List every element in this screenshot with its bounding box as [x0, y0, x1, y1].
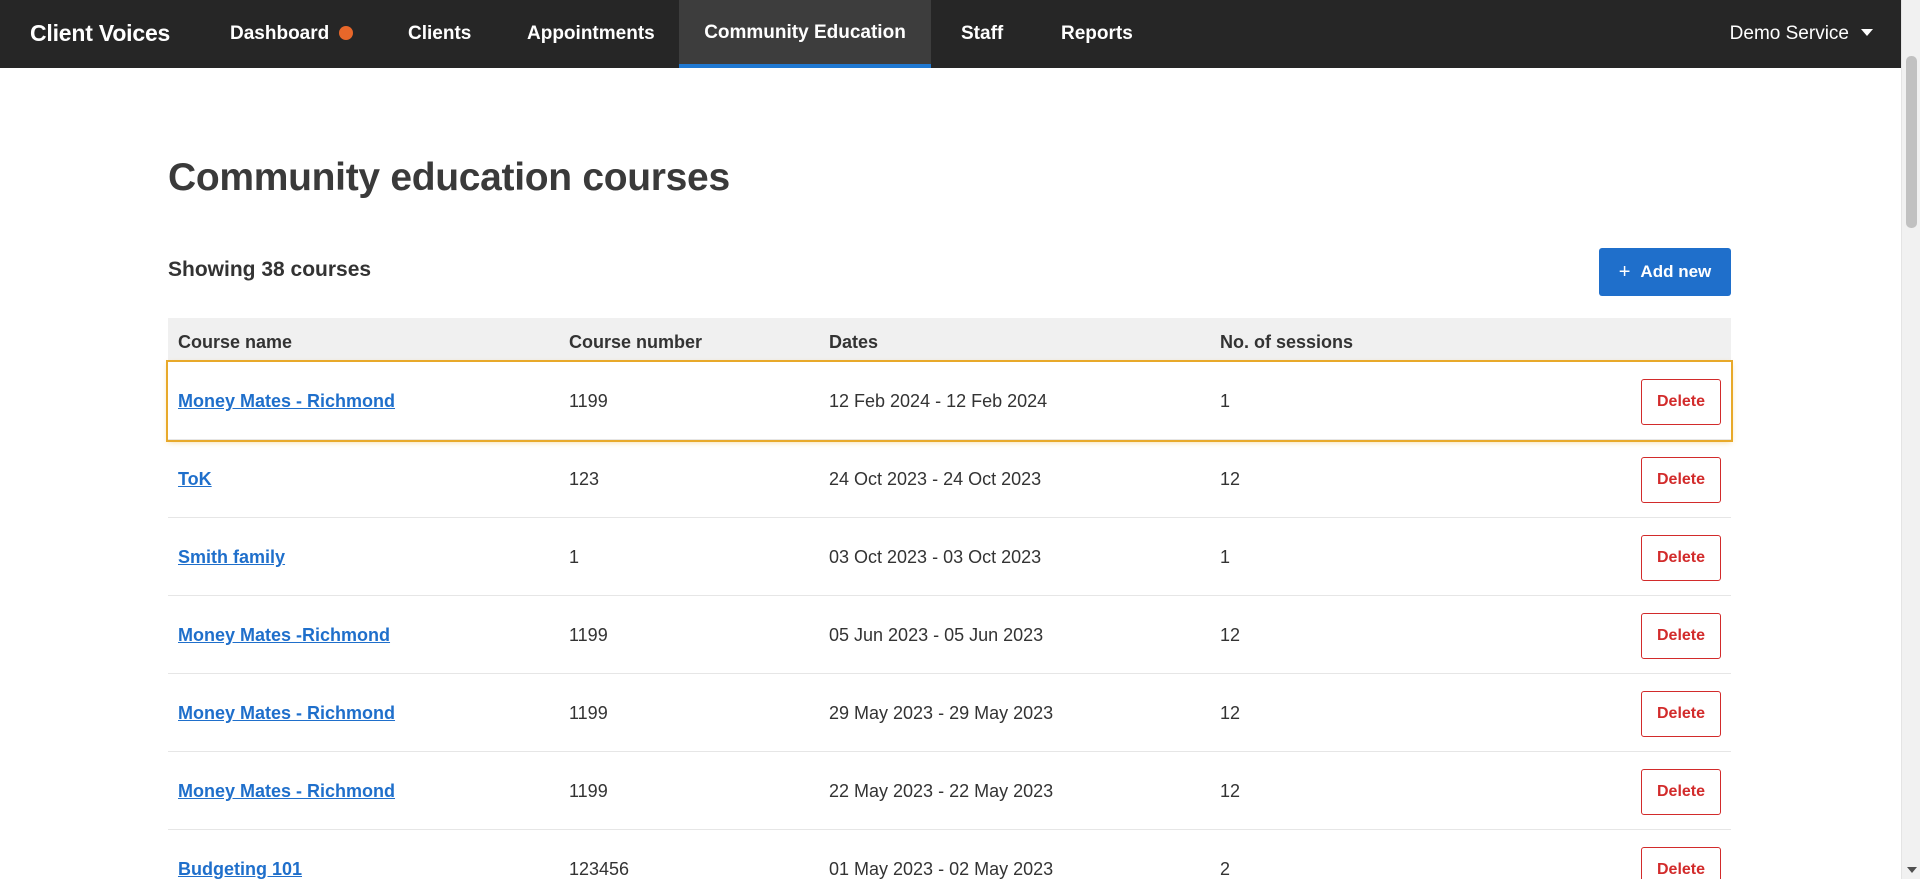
table-row: Smith family 1 03 Oct 2023 - 03 Oct 2023…	[168, 518, 1731, 596]
course-count: Showing 38 courses	[168, 258, 372, 281]
course-name-link[interactable]: ToK	[178, 440, 212, 518]
courses-table: Course name Course number Dates No. of s…	[166, 318, 1733, 879]
nav-community-education-label: Community Education	[704, 22, 906, 43]
table-row: Budgeting 101 123456 01 May 2023 - 02 Ma…	[168, 830, 1731, 879]
table-row: Money Mates - Richmond 1199 12 Feb 2024 …	[166, 360, 1733, 442]
notification-dot-icon	[339, 26, 354, 40]
nav-reports[interactable]: Reports	[1061, 0, 1133, 68]
nav-staff[interactable]: Staff	[961, 0, 1003, 68]
course-number: 1199	[569, 781, 608, 801]
caret-down-icon	[1861, 29, 1873, 36]
plus-icon: +	[1618, 261, 1631, 283]
table-row: Money Mates - Richmond 1199 29 May 2023 …	[168, 674, 1731, 752]
service-menu-label: Demo Service	[1729, 23, 1849, 44]
course-name-link[interactable]: Money Mates - Richmond	[178, 674, 395, 752]
page-title: Community education courses	[168, 156, 730, 199]
table-row: Money Mates - Richmond 1199 22 May 2023 …	[168, 752, 1731, 830]
table-row: Money Mates -Richmond 1199 05 Jun 2023 -…	[168, 596, 1731, 674]
delete-button[interactable]: Delete	[1641, 535, 1721, 581]
nav-clients[interactable]: Clients	[408, 0, 471, 68]
column-header-course-number: Course number	[569, 332, 703, 352]
delete-button[interactable]: Delete	[1641, 379, 1721, 425]
column-header-course-name: Course name	[178, 332, 293, 352]
course-dates: 05 Jun 2023 - 05 Jun 2023	[829, 625, 1044, 645]
course-dates: 12 Feb 2024 - 12 Feb 2024	[829, 391, 1048, 411]
course-dates: 29 May 2023 - 29 May 2023	[829, 703, 1054, 723]
delete-button[interactable]: Delete	[1641, 769, 1721, 815]
delete-button[interactable]: Delete	[1641, 691, 1721, 737]
course-name-link[interactable]: Budgeting 101	[178, 830, 302, 879]
course-sessions: 1	[1220, 391, 1231, 411]
course-dates: 03 Oct 2023 - 03 Oct 2023	[829, 547, 1042, 567]
nav-dashboard[interactable]: Dashboard	[230, 0, 354, 68]
table-header: Course name Course number Dates No. of s…	[168, 318, 1731, 362]
nav-staff-label: Staff	[961, 23, 1004, 44]
course-sessions: 1	[1220, 547, 1231, 567]
delete-button[interactable]: Delete	[1641, 613, 1721, 659]
course-name-link[interactable]: Smith family	[178, 518, 285, 596]
course-dates: 24 Oct 2023 - 24 Oct 2023	[829, 469, 1042, 489]
course-number: 1	[569, 547, 580, 567]
course-dates: 01 May 2023 - 02 May 2023	[829, 859, 1054, 879]
course-number: 1199	[569, 625, 608, 645]
course-name-link[interactable]: Money Mates - Richmond	[178, 362, 395, 440]
add-new-label: Add new	[1640, 262, 1712, 281]
brand-logo[interactable]: Client Voices	[30, 0, 170, 66]
course-dates: 22 May 2023 - 22 May 2023	[829, 781, 1054, 801]
column-header-sessions: No. of sessions	[1220, 332, 1354, 352]
add-new-button[interactable]: + Add new	[1599, 248, 1731, 296]
course-sessions: 12	[1220, 625, 1241, 645]
course-number: 123456	[569, 859, 630, 879]
course-name-link[interactable]: Money Mates -Richmond	[178, 596, 390, 674]
course-sessions: 2	[1220, 859, 1231, 879]
top-navbar: Client Voices Dashboard Clients Appointm…	[0, 0, 1901, 68]
nav-reports-label: Reports	[1061, 23, 1133, 44]
course-sessions: 12	[1220, 469, 1241, 489]
nav-dashboard-label: Dashboard	[230, 23, 330, 44]
course-sessions: 12	[1220, 781, 1241, 801]
nav-community-education[interactable]: Community Education	[679, 0, 931, 68]
page-scrollbar[interactable]	[1901, 0, 1920, 879]
column-header-dates: Dates	[829, 332, 879, 352]
course-number: 123	[569, 469, 600, 489]
nav-appointments-label: Appointments	[527, 23, 655, 44]
delete-button[interactable]: Delete	[1641, 847, 1721, 879]
course-name-link[interactable]: Money Mates - Richmond	[178, 752, 395, 830]
scroll-down-arrow-icon[interactable]	[1907, 867, 1917, 873]
nav-clients-label: Clients	[408, 23, 472, 44]
course-sessions: 12	[1220, 703, 1241, 723]
service-menu-dropdown[interactable]: Demo Service	[1730, 0, 1873, 68]
nav-appointments[interactable]: Appointments	[527, 0, 655, 68]
course-number: 1199	[569, 703, 608, 723]
delete-button[interactable]: Delete	[1641, 457, 1721, 503]
table-row: ToK 123 24 Oct 2023 - 24 Oct 2023 12 Del…	[168, 440, 1731, 518]
course-number: 1199	[569, 391, 608, 411]
scrollbar-thumb[interactable]	[1906, 56, 1917, 228]
